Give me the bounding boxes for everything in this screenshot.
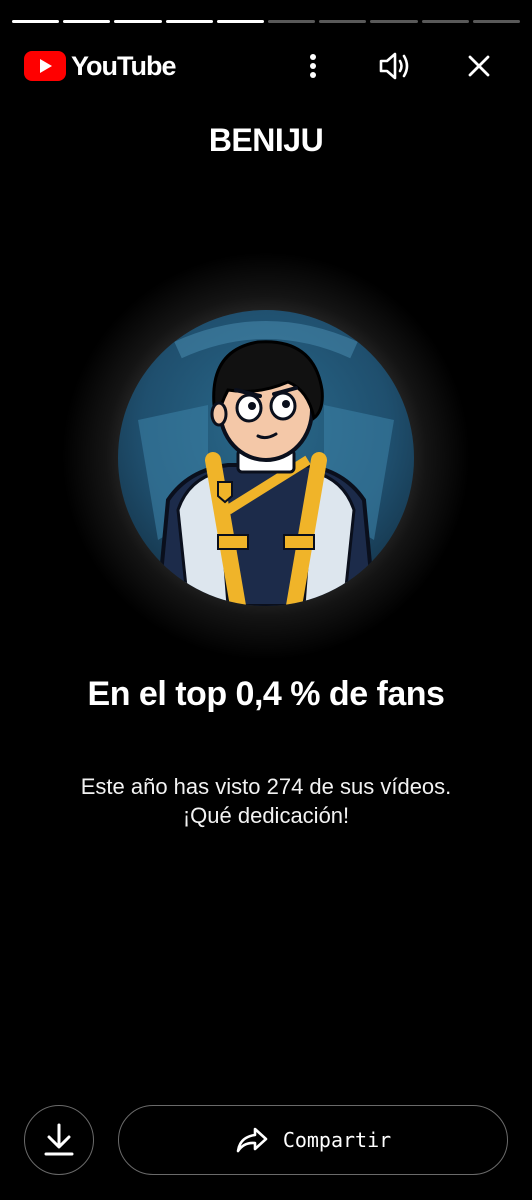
watch-summary-line-2: ¡Qué dedicación! [182, 803, 350, 828]
watch-summary: Este año has visto 274 de sus vídeos. ¡Q… [0, 772, 532, 830]
share-label: Compartir [282, 1128, 392, 1152]
download-button[interactable] [24, 1105, 94, 1175]
progress-segment [421, 20, 469, 23]
progress-segment [114, 20, 162, 23]
share-button[interactable]: Compartir [118, 1105, 508, 1175]
close-button[interactable] [457, 44, 501, 88]
channel-name: BENIJU [208, 122, 324, 158]
youtube-logo: YouTube [24, 51, 176, 81]
volume-icon [379, 52, 409, 80]
close-icon [468, 55, 490, 77]
progress-segment [165, 20, 213, 23]
progress-segment [12, 20, 60, 23]
progress-segment [319, 20, 367, 23]
progress-segment [268, 20, 316, 23]
avatar-illustration [118, 310, 414, 606]
story-progress-bar [12, 20, 521, 24]
progress-segment [472, 20, 521, 23]
progress-segment [63, 20, 111, 23]
more-vertical-icon [310, 54, 316, 78]
watch-summary-line-1: Este año has visto 274 de sus vídeos. [80, 774, 452, 799]
progress-segment [216, 20, 265, 23]
sound-button[interactable] [374, 44, 418, 88]
progress-segment [370, 20, 418, 23]
top-bar: YouTube [0, 44, 532, 88]
logo-text: YouTube [71, 51, 176, 81]
top-fan-headline: En el top 0,4 % de fans [87, 675, 445, 713]
youtube-play-icon [24, 51, 66, 81]
more-options-button[interactable] [291, 44, 335, 88]
channel-avatar [118, 310, 414, 606]
share-arrow-icon [236, 1127, 268, 1153]
download-icon [44, 1123, 74, 1156]
